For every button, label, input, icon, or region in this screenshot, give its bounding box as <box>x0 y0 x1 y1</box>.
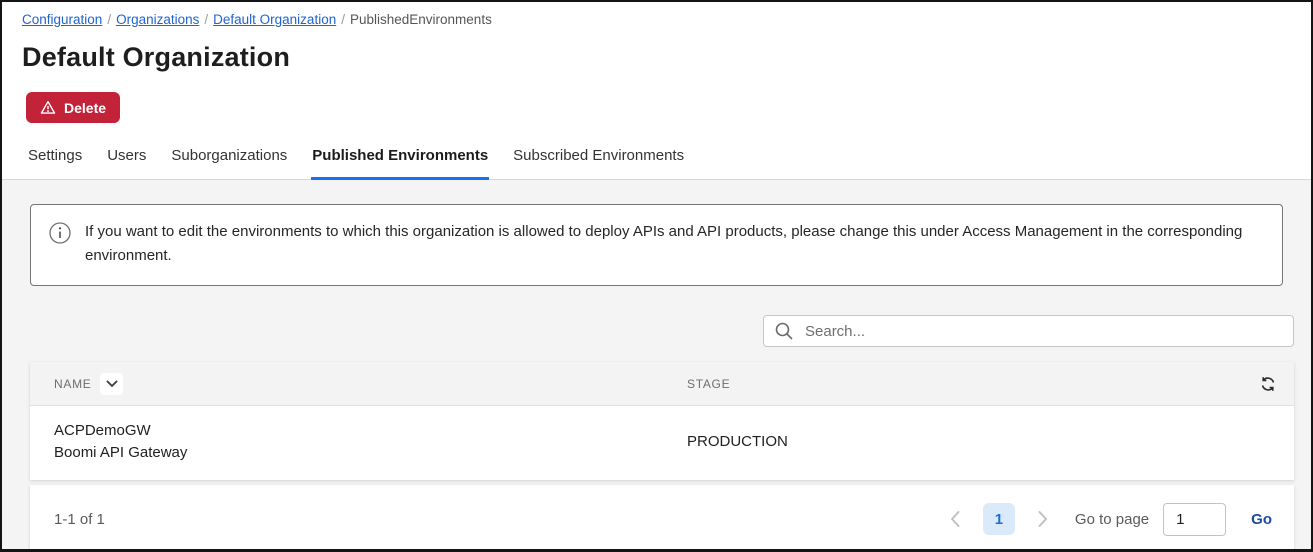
chevron-down-sort-icon <box>106 380 118 387</box>
warning-triangle-icon <box>40 100 56 115</box>
tab-bar: Settings Users Suborganizations Publishe… <box>22 147 1291 180</box>
chevron-right-icon <box>1038 511 1047 527</box>
breadcrumb-separator: / <box>107 12 112 27</box>
page-title: Default Organization <box>22 42 291 72</box>
environments-table: NAME STAGE ACPDemoGW Boomi API Gateway P… <box>30 362 1294 480</box>
search-box <box>763 315 1294 347</box>
tab-settings[interactable]: Settings <box>27 147 83 180</box>
info-circle-icon <box>49 222 71 244</box>
go-to-page-label: Go to page <box>1074 510 1150 528</box>
environment-stage-cell: PRODUCTION <box>687 433 788 451</box>
column-header-name-label: NAME <box>54 376 92 391</box>
search-icon <box>775 322 793 340</box>
environment-name-cell: ACPDemoGW Boomi API Gateway <box>54 420 687 464</box>
search-input[interactable] <box>803 321 1283 341</box>
breadcrumb: Configuration / Organizations / Default Orga… <box>22 12 1291 27</box>
refresh-icon <box>1261 376 1275 391</box>
column-header-stage: STAGE <box>687 377 1258 391</box>
info-banner: If you want to edit the environments to … <box>30 204 1283 286</box>
tab-subscribed-environments[interactable]: Subscribed Environments <box>512 147 685 180</box>
table-header-row: NAME STAGE <box>30 362 1294 406</box>
breadcrumb-separator: / <box>341 12 345 27</box>
pagination-range-label: 1-1 of 1 <box>54 510 105 528</box>
column-header-name: NAME <box>54 372 687 395</box>
sort-name-button[interactable] <box>100 372 124 395</box>
breadcrumb-current: PublishedEnvironments <box>349 12 492 27</box>
tab-published-environments[interactable]: Published Environments <box>311 147 490 180</box>
pager-controls: 1 Go to page Go <box>945 502 1276 536</box>
environment-name: ACPDemoGW <box>54 422 151 439</box>
previous-page-button[interactable] <box>945 506 965 532</box>
refresh-button[interactable] <box>1258 374 1278 394</box>
delete-button-label: Delete <box>64 99 107 116</box>
page-header: Configuration / Organizations / Default Orga… <box>2 2 1311 180</box>
go-button[interactable]: Go <box>1247 511 1276 528</box>
breadcrumb-link-configuration[interactable]: Configuration <box>22 12 102 27</box>
info-banner-text: If you want to edit the environments to … <box>85 223 1243 264</box>
next-page-button[interactable] <box>1033 506 1053 532</box>
column-header-stage-label: STAGE <box>687 376 731 391</box>
search-row <box>30 315 1294 347</box>
tab-suborganizations[interactable]: Suborganizations <box>170 147 288 180</box>
app-window: Configuration / Organizations / Default Orga… <box>0 0 1313 552</box>
delete-button[interactable]: Delete <box>26 92 121 123</box>
environment-gateway: Boomi API Gateway <box>54 443 188 461</box>
breadcrumb-separator: / <box>204 12 209 27</box>
table-row[interactable]: ACPDemoGW Boomi API Gateway PRODUCTION <box>30 406 1294 480</box>
content-area: If you want to edit the environments to … <box>2 180 1311 549</box>
page-1-button[interactable]: 1 <box>982 503 1015 535</box>
pagination-bar: 1-1 of 1 1 Go to page Go <box>30 484 1294 549</box>
breadcrumb-link-organizations[interactable]: Organizations <box>116 12 199 27</box>
breadcrumb-link-default-organization[interactable]: Default Organization <box>213 12 336 27</box>
go-to-page-input[interactable] <box>1163 502 1227 536</box>
chevron-left-icon <box>950 511 960 527</box>
tab-users[interactable]: Users <box>106 147 147 180</box>
